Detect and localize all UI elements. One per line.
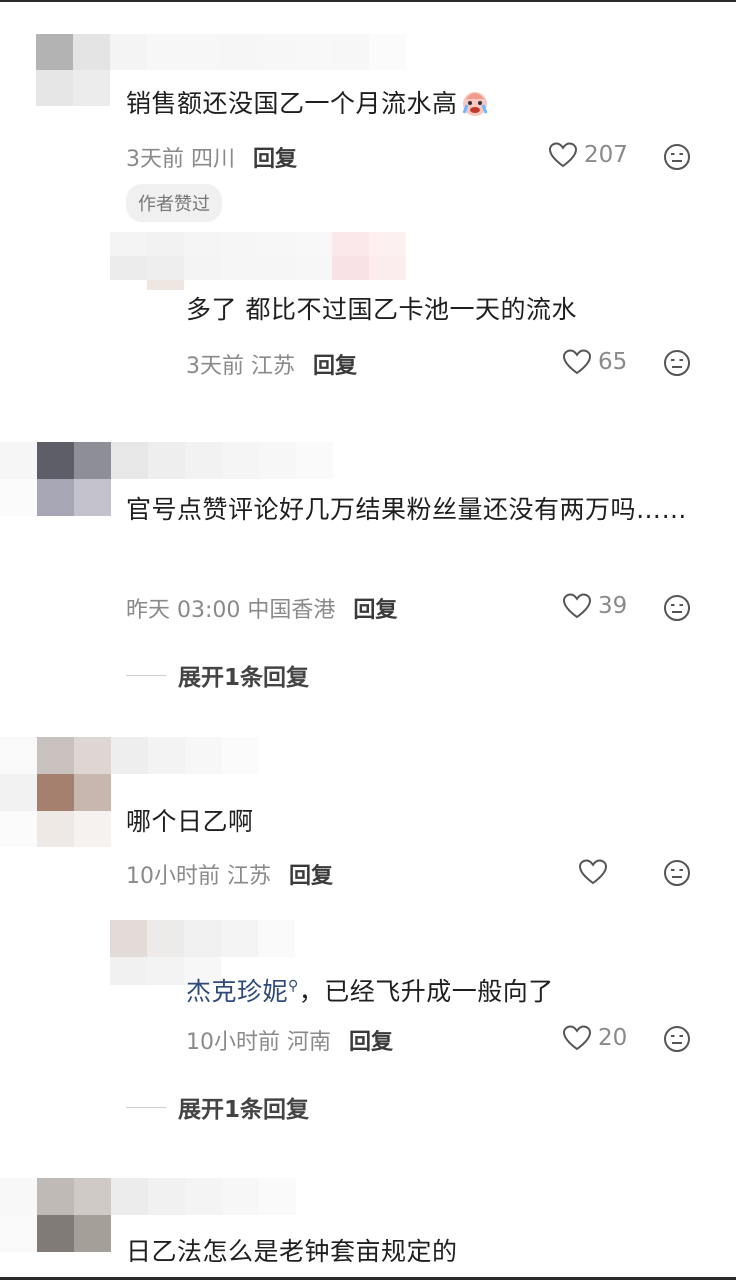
comment-meta: 10小时前 江苏 回复 xyxy=(126,858,333,890)
reply-button[interactable]: 回复 xyxy=(313,354,357,379)
expand-replies-label: 展开1条回复 xyxy=(178,1097,310,1123)
comment-time: 3天前 xyxy=(186,354,244,379)
comment-location: 四川 xyxy=(191,147,236,172)
comment-location: 江苏 xyxy=(227,864,272,889)
author-liked-badge: 作者赞过 xyxy=(126,184,222,222)
comment-location: 中国香港 xyxy=(247,598,336,623)
dislike-face-icon[interactable] xyxy=(663,349,691,377)
comment-time: 3天前 xyxy=(126,147,184,172)
divider-dash xyxy=(126,1106,166,1108)
like-count: 39 xyxy=(598,593,628,619)
top-border xyxy=(0,0,736,2)
reply-button[interactable]: 回复 xyxy=(289,864,333,889)
expand-replies-label: 展开1条回复 xyxy=(178,665,310,691)
expand-replies-button[interactable]: 展开1条回复 xyxy=(126,658,309,692)
heart-icon xyxy=(562,349,592,375)
mention-link[interactable]: 杰克珍妮 xyxy=(186,977,288,1006)
comment-text: 日乙法怎么是老钟套亩规定的 xyxy=(126,1237,458,1266)
heart-icon xyxy=(548,142,578,168)
comment-text: 销售额还没国乙一个月流水高 xyxy=(126,84,490,124)
comment-text: 哪个日乙啊 xyxy=(126,807,254,836)
divider-dash xyxy=(126,674,166,676)
heart-icon xyxy=(562,593,592,619)
comment-time: 昨天 03:00 xyxy=(126,598,241,623)
dislike-face-icon[interactable] xyxy=(663,594,691,622)
like-count: 20 xyxy=(598,1025,628,1051)
comment-text: 多了 都比不过国乙卡池一天的流水 xyxy=(186,295,577,324)
comment-location: 河南 xyxy=(287,1030,332,1055)
reply-button[interactable]: 回复 xyxy=(349,1030,393,1055)
comment-text: 官号点赞评论好几万结果粉丝量还没有两万吗…… xyxy=(126,495,688,524)
like-button[interactable]: 39 xyxy=(562,592,627,620)
comment-time: 10小时前 xyxy=(186,1030,280,1055)
comment-meta: 10小时前 河南 回复 xyxy=(186,1024,393,1056)
comment-text: 杰克珍妮⚲，已经飞升成一般向了 xyxy=(186,977,554,1006)
reply-button[interactable]: 回复 xyxy=(253,147,297,172)
comment-meta: 昨天 03:00 中国香港 回复 xyxy=(126,592,397,624)
comment-time: 10小时前 xyxy=(126,864,220,889)
comment-meta: 3天前 四川 回复 xyxy=(126,141,297,173)
like-count: 207 xyxy=(584,142,628,168)
heart-icon xyxy=(578,859,608,885)
like-button[interactable]: 65 xyxy=(562,348,627,376)
search-icon: ⚲ xyxy=(288,978,299,994)
like-button[interactable] xyxy=(578,858,614,886)
dislike-face-icon[interactable] xyxy=(663,1025,691,1053)
crying-face-emoji-icon xyxy=(460,87,490,117)
dislike-face-icon[interactable] xyxy=(663,859,691,887)
dislike-face-icon[interactable] xyxy=(663,143,691,171)
reply-button[interactable]: 回复 xyxy=(353,598,397,623)
expand-replies-button[interactable]: 展开1条回复 xyxy=(126,1090,309,1124)
like-button[interactable]: 207 xyxy=(548,141,628,169)
like-button[interactable]: 20 xyxy=(562,1024,627,1052)
comment-meta: 3天前 江苏 回复 xyxy=(186,348,357,380)
comment-location: 江苏 xyxy=(251,354,296,379)
like-count: 65 xyxy=(598,349,628,375)
user-info-blurred xyxy=(110,232,406,290)
heart-icon xyxy=(562,1025,592,1051)
